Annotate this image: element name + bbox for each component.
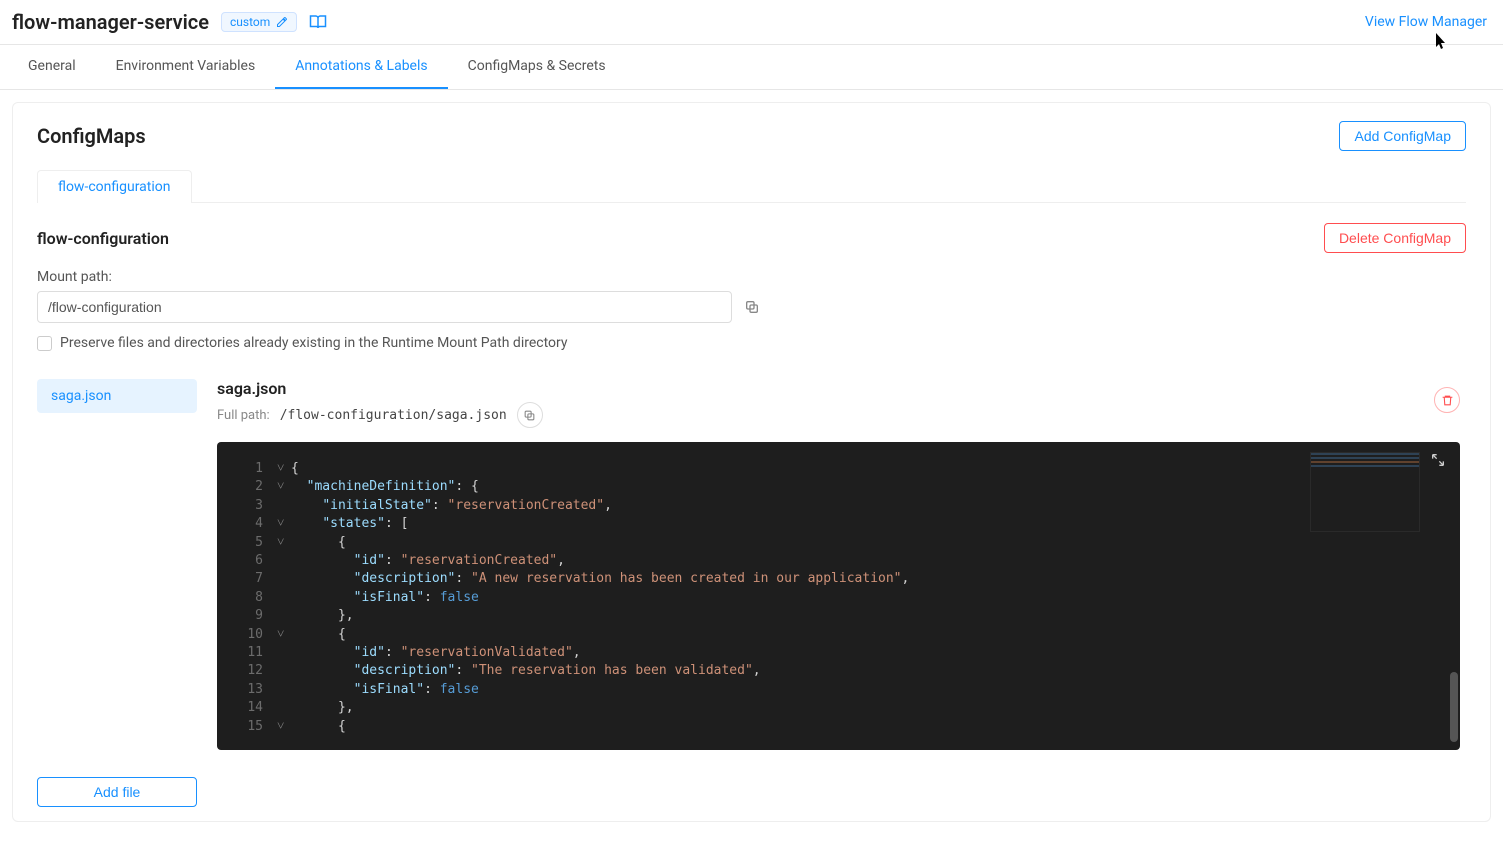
top-tabs: General Environment Variables Annotation…	[0, 45, 1503, 90]
trash-icon	[1441, 394, 1454, 407]
editor-minimap[interactable]	[1310, 452, 1420, 532]
full-path-value: /flow-configuration/saga.json	[280, 408, 507, 423]
custom-badge-label: custom	[230, 15, 270, 29]
pencil-icon	[276, 16, 288, 28]
service-title: flow-manager-service	[12, 10, 209, 34]
mount-path-label: Mount path:	[37, 269, 797, 285]
file-list: saga.json	[37, 379, 197, 750]
add-file-button[interactable]: Add file	[37, 777, 197, 807]
tab-configmaps-secrets[interactable]: ConfigMaps & Secrets	[448, 45, 626, 89]
page-header: flow-manager-service custom View Flow Ma…	[0, 0, 1503, 45]
mount-path-input[interactable]	[37, 291, 732, 323]
file-detail: saga.json Full path: /flow-configuration…	[217, 379, 1466, 750]
delete-file-button[interactable]	[1434, 387, 1460, 413]
full-path-label: Full path:	[217, 408, 270, 423]
preserve-files-checkbox[interactable]	[37, 336, 52, 351]
editor-scrollbar[interactable]	[1450, 672, 1458, 742]
docs-icon[interactable]	[309, 13, 327, 31]
copy-icon	[744, 299, 760, 315]
copy-mount-path-button[interactable]	[742, 297, 762, 317]
editor-gutter: 123456789101112131415	[217, 442, 273, 750]
configmap-tab-flow-configuration[interactable]: flow-configuration	[37, 170, 192, 203]
copy-icon	[523, 409, 536, 422]
code-editor[interactable]: 123456789101112131415 ˅{˅ "machineDefini…	[217, 442, 1460, 750]
editor-code[interactable]: ˅{˅ "machineDefinition": { "initialState…	[273, 442, 1460, 750]
view-flow-manager-link[interactable]: View Flow Manager	[1365, 14, 1487, 30]
custom-badge[interactable]: custom	[221, 12, 297, 32]
configmap-tabs: flow-configuration	[37, 169, 1466, 203]
configmaps-panel: ConfigMaps Add ConfigMap flow-configurat…	[12, 102, 1491, 822]
section-title: flow-configuration	[37, 229, 169, 248]
file-name: saga.json	[217, 379, 1460, 398]
delete-configmap-button[interactable]: Delete ConfigMap	[1324, 223, 1466, 253]
tab-annotations-labels[interactable]: Annotations & Labels	[275, 45, 447, 89]
file-item-saga-json[interactable]: saga.json	[37, 379, 197, 413]
copy-full-path-button[interactable]	[517, 402, 543, 428]
add-configmap-button[interactable]: Add ConfigMap	[1339, 121, 1466, 151]
expand-icon	[1430, 452, 1446, 468]
tab-general[interactable]: General	[8, 45, 96, 89]
panel-title: ConfigMaps	[37, 124, 146, 148]
expand-editor-button[interactable]	[1430, 452, 1446, 474]
tab-env-vars[interactable]: Environment Variables	[96, 45, 276, 89]
preserve-files-label: Preserve files and directories already e…	[60, 335, 568, 351]
